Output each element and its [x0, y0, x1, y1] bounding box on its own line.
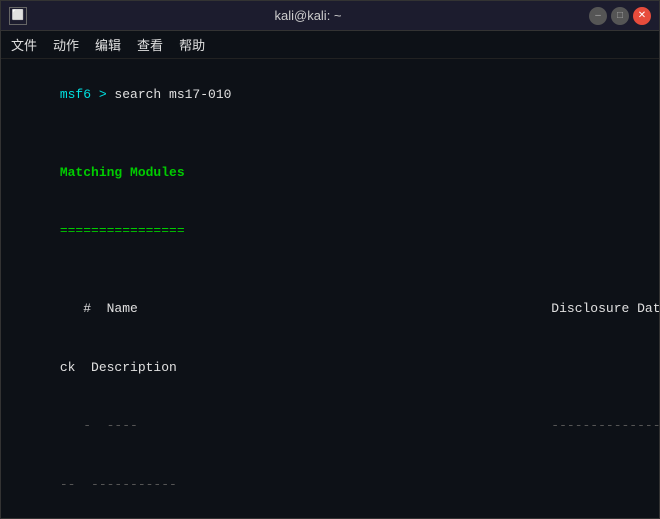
window-title: kali@kali: ~ [274, 8, 341, 23]
window-icon: ⬜ [9, 7, 27, 25]
title-bar: ⬜ kali@kali: ~ – □ ✕ [1, 1, 659, 31]
menu-edit[interactable]: 编辑 [95, 35, 121, 54]
col-header-1: # Name Disclosure Date Rank Che [13, 280, 647, 339]
blank-1 [13, 124, 647, 144]
prompt-line-1: msf6 > search ms17-010 [13, 65, 647, 124]
menu-help[interactable]: 帮助 [179, 35, 205, 54]
terminal-body[interactable]: msf6 > search ms17-010 Matching Modules … [1, 59, 659, 518]
title-bar-left: ⬜ [9, 7, 27, 25]
window-controls: – □ ✕ [589, 7, 651, 25]
col-divider-2: -- ----------- [13, 455, 647, 514]
row-0-path: 0 exploit/windows/smb/ms17_010_eternalbl… [13, 514, 647, 519]
minimize-button[interactable]: – [589, 7, 607, 25]
prompt-1: msf6 > [60, 87, 115, 102]
menu-bar: 文件 动作 编辑 查看 帮助 [1, 31, 659, 59]
close-button[interactable]: ✕ [633, 7, 651, 25]
col-header-2: ck Description [13, 338, 647, 397]
matching-underline: ================ [13, 202, 647, 261]
cmd-1: search ms17-010 [114, 87, 231, 102]
menu-action[interactable]: 动作 [53, 35, 79, 54]
blank-2 [13, 260, 647, 280]
matching-header: Matching Modules [13, 143, 647, 202]
maximize-button[interactable]: □ [611, 7, 629, 25]
menu-file[interactable]: 文件 [11, 35, 37, 54]
col-divider-1: - ---- --------------- ---- --- [13, 397, 647, 456]
terminal-window: ⬜ kali@kali: ~ – □ ✕ 文件 动作 编辑 查看 帮助 msf6… [0, 0, 660, 519]
menu-view[interactable]: 查看 [137, 35, 163, 54]
